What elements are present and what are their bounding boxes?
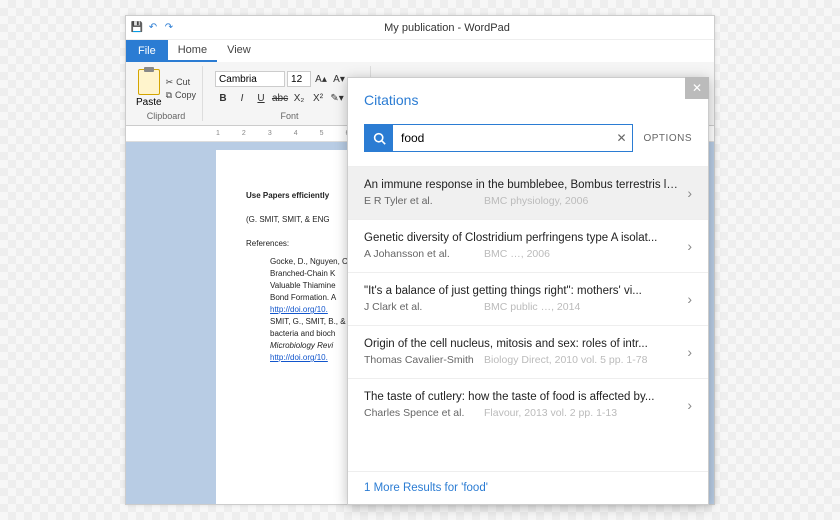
ruler-tick: 4 (294, 130, 298, 137)
chevron-right-icon: › (687, 344, 692, 360)
font-name-select[interactable] (215, 71, 285, 87)
result-meta: Charles Spence et al.Flavour, 2013 vol. … (364, 407, 679, 419)
tab-file[interactable]: File (126, 40, 168, 62)
titlebar: 💾 ↶ ↷ My publication - WordPad (126, 16, 714, 40)
chevron-right-icon: › (687, 238, 692, 254)
more-results-link[interactable]: 1 More Results for 'food' (348, 471, 708, 504)
strike-button[interactable]: abc (272, 90, 288, 106)
window-title: My publication - WordPad (180, 22, 714, 34)
tab-home[interactable]: Home (168, 40, 217, 62)
search-input[interactable] (393, 125, 610, 151)
chevron-right-icon: › (687, 185, 692, 201)
result-meta: J Clark et al.BMC public …, 2014 (364, 301, 679, 313)
superscript-button[interactable]: X² (310, 90, 326, 106)
italic-button[interactable]: I (234, 90, 250, 106)
result-authors: E R Tyler et al. (364, 195, 484, 207)
paste-button[interactable]: Paste (136, 69, 162, 108)
result-source: Biology Direct, 2010 vol. 5 pp. 1-78 (484, 354, 679, 366)
result-title: An immune response in the bumblebee, Bom… (364, 179, 679, 191)
search-button[interactable] (365, 125, 393, 151)
redo-icon[interactable]: ↷ (162, 21, 176, 35)
doc-link[interactable]: http://doi.org/10. (270, 305, 328, 314)
group-clipboard: Paste ✂Cut ⧉Copy Clipboard (130, 66, 203, 121)
result-item[interactable]: Origin of the cell nucleus, mitosis and … (348, 325, 708, 378)
result-authors: J Clark et al. (364, 301, 484, 313)
result-item[interactable]: Genetic diversity of Clostridium perfrin… (348, 219, 708, 272)
clear-search-button[interactable]: ✕ (610, 125, 632, 151)
group-font-label: Font (215, 111, 364, 121)
citations-panel: ✕ Citations ✕ OPTIONS An immune response… (347, 77, 709, 505)
result-authors: Thomas Cavalier-Smith (364, 354, 484, 366)
ruler-tick: 5 (320, 130, 324, 137)
highlight-icon[interactable]: ✎▾ (329, 90, 345, 106)
result-item[interactable]: "It's a balance of just getting things r… (348, 272, 708, 325)
search-box: ✕ (364, 124, 633, 152)
result-title: Genetic diversity of Clostridium perfrin… (364, 232, 679, 244)
results-list: An immune response in the bumblebee, Bom… (348, 166, 708, 471)
shrink-font-icon[interactable]: A▾ (331, 71, 347, 87)
cut-label: Cut (176, 77, 190, 87)
search-row: ✕ OPTIONS (348, 118, 708, 166)
result-source: Flavour, 2013 vol. 2 pp. 1-13 (484, 407, 679, 419)
result-source: BMC physiology, 2006 (484, 195, 679, 207)
result-item[interactable]: An immune response in the bumblebee, Bom… (348, 166, 708, 219)
subscript-button[interactable]: X₂ (291, 90, 307, 106)
result-body: The taste of cutlery: how the taste of f… (364, 391, 679, 419)
scissors-icon: ✂ (166, 77, 174, 88)
font-size-select[interactable] (287, 71, 311, 87)
result-title: "It's a balance of just getting things r… (364, 285, 679, 297)
close-icon: ✕ (692, 81, 702, 95)
grow-font-icon[interactable]: A▴ (313, 71, 329, 87)
copy-button[interactable]: ⧉Copy (166, 90, 196, 101)
result-source: BMC …, 2006 (484, 248, 679, 260)
panel-title: Citations (364, 92, 692, 108)
result-authors: Charles Spence et al. (364, 407, 484, 419)
panel-header: Citations (348, 78, 708, 118)
doc-link[interactable]: http://doi.org/10. (270, 353, 328, 362)
save-icon[interactable]: 💾 (130, 21, 144, 35)
chevron-right-icon: › (687, 397, 692, 413)
underline-button[interactable]: U (253, 90, 269, 106)
result-body: "It's a balance of just getting things r… (364, 285, 679, 313)
result-body: Origin of the cell nucleus, mitosis and … (364, 338, 679, 366)
paste-icon (138, 69, 160, 95)
ruler-tick: 1 (216, 130, 220, 137)
result-meta: E R Tyler et al.BMC physiology, 2006 (364, 195, 679, 207)
result-body: An immune response in the bumblebee, Bom… (364, 179, 679, 207)
chevron-right-icon: › (687, 291, 692, 307)
x-icon: ✕ (616, 131, 626, 145)
copy-icon: ⧉ (166, 90, 172, 101)
result-authors: A Johansson et al. (364, 248, 484, 260)
result-meta: A Johansson et al.BMC …, 2006 (364, 248, 679, 260)
result-title: Origin of the cell nucleus, mitosis and … (364, 338, 679, 350)
options-link[interactable]: OPTIONS (643, 133, 692, 144)
cut-button[interactable]: ✂Cut (166, 77, 196, 88)
bold-button[interactable]: B (215, 90, 231, 106)
result-title: The taste of cutlery: how the taste of f… (364, 391, 679, 403)
result-source: BMC public …, 2014 (484, 301, 679, 313)
result-body: Genetic diversity of Clostridium perfrin… (364, 232, 679, 260)
group-clipboard-label: Clipboard (136, 111, 196, 121)
quick-access-toolbar: 💾 ↶ ↷ (126, 21, 180, 35)
undo-icon[interactable]: ↶ (146, 21, 160, 35)
ruler-tick: 3 (268, 130, 272, 137)
paste-label: Paste (136, 97, 162, 108)
close-button[interactable]: ✕ (685, 77, 709, 99)
result-item[interactable]: The taste of cutlery: how the taste of f… (348, 378, 708, 431)
result-meta: Thomas Cavalier-SmithBiology Direct, 201… (364, 354, 679, 366)
ribbon-tabs: File Home View (126, 40, 714, 62)
search-icon (373, 132, 386, 145)
ruler-tick: 2 (242, 130, 246, 137)
tab-view[interactable]: View (217, 40, 261, 62)
copy-label: Copy (175, 90, 196, 100)
